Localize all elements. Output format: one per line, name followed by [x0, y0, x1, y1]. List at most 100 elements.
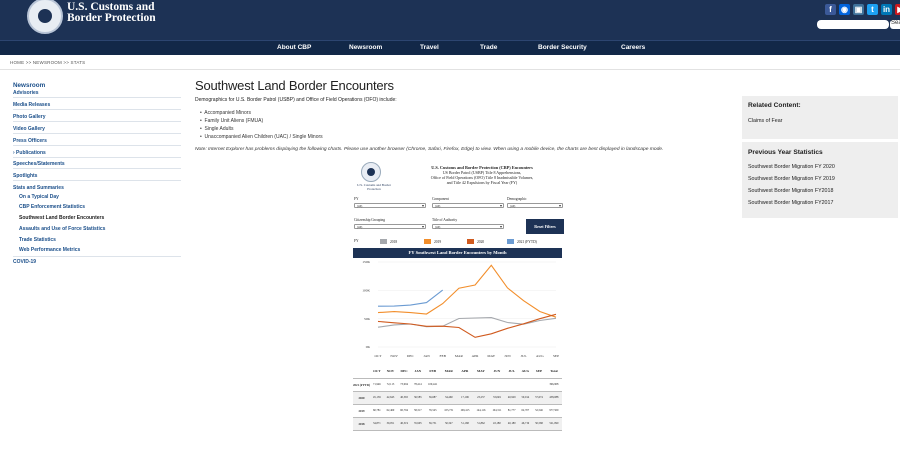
x-tick-label: NOV [390, 354, 398, 358]
table-header-cell: DEC [397, 365, 411, 379]
previous-link-fy2019[interactable]: Southwest Border Migration FY 2019 [748, 176, 835, 182]
sidebar-item-web-metrics[interactable]: Web Performance Metrics [19, 247, 80, 253]
table-cell: 100,441 [424, 378, 441, 392]
search-button[interactable]: Sea [890, 20, 900, 29]
sidebar-item-typical-day[interactable]: On a Typical Day [19, 194, 59, 200]
breadcrumb-divider [0, 69, 900, 70]
instagram-icon[interactable]: ▣ [853, 4, 864, 15]
nav-newsroom[interactable]: Newsroom [349, 44, 382, 51]
table-cell: 50,568 [532, 417, 546, 431]
table-cell: 40,519 [397, 417, 411, 431]
related-content-heading: Related Content: [748, 102, 801, 109]
sidebar-item-enforcement-stats[interactable]: CBP Enforcement Statistics [19, 204, 85, 210]
nav-travel[interactable]: Travel [420, 44, 439, 51]
table-row: 2019 60,781 62,469 60,794 58,317 76,545 103,73… [353, 404, 562, 418]
table-cell: 34,460 [440, 391, 457, 405]
demographic-filter-select[interactable]: (All) [507, 203, 563, 208]
authority-filter-select[interactable]: (All) [432, 224, 504, 229]
sidebar-item-trade-stats[interactable]: Trade Statistics [19, 237, 56, 243]
sidebar-item-covid[interactable]: COVID-19 [13, 259, 36, 265]
legend-item-2020[interactable]: 2020 [467, 239, 484, 244]
table-row: 2020 45,139 42,643 40,565 36,585 36,687 34,460… [353, 391, 562, 405]
component-filter-select[interactable]: (All) [432, 203, 504, 208]
legend-swatch [507, 239, 514, 244]
dhs-seal-icon[interactable] [27, 0, 63, 34]
legend-item-2018[interactable]: 2018 [380, 239, 397, 244]
nav-border-security[interactable]: Border Security [538, 44, 587, 51]
chart-title: FY Southwest Land Border Encounters by M… [353, 248, 562, 258]
legend-item-2021[interactable]: 2021 (FYTD) [507, 239, 537, 244]
citizenship-filter-select[interactable]: (All) [354, 224, 426, 229]
table-cell [472, 378, 489, 392]
facebook-icon[interactable]: f [825, 4, 836, 15]
table-row-label: 2020 [353, 391, 370, 405]
fy-filter-select[interactable]: (All) [354, 203, 426, 208]
sidebar-item-photo-gallery[interactable]: Photo Gallery [13, 114, 46, 120]
table-header-row: OCT NOV DEC JAN FEB MAR APR MAY JUN JUL AUG SEP Tota… [353, 365, 562, 379]
agency-logo-text[interactable]: U.S. Customs and Border Protection [67, 1, 187, 24]
legend-item-2019[interactable]: 2019 [424, 239, 441, 244]
previous-link-fy2018[interactable]: Southwest Border Migration FY2018 [748, 188, 833, 194]
previous-link-fy2020[interactable]: Southwest Border Migration FY 2020 [748, 164, 835, 170]
nav-about-cbp[interactable]: About CBP [277, 44, 311, 51]
component-filter-label: Component [432, 197, 449, 201]
table-cell [504, 378, 519, 392]
agency-name-line2: Border Protection [67, 12, 156, 24]
series-line-2021[interactable] [377, 289, 444, 307]
y-tick-label: 50K [364, 317, 371, 321]
sidebar-item-spotlights[interactable]: Spotlights [13, 173, 37, 179]
page-title: Southwest Land Border Encounters [195, 78, 394, 93]
previous-link-fy2017[interactable]: Southwest Border Migration FY2017 [748, 200, 833, 206]
table-cell: 23,237 [472, 391, 489, 405]
sidebar-item-advisories[interactable]: Advisories [13, 90, 39, 96]
dashboard-agency-name: U.S. Customs and Border Protection [357, 183, 391, 191]
reset-filters-button[interactable]: Reset Filters [526, 219, 564, 234]
sidebar-item-assaults[interactable]: Assaults and Use of Force Statistics [19, 226, 105, 232]
legend-label: 2019 [434, 239, 442, 244]
nav-careers[interactable]: Careers [621, 44, 645, 51]
nav-trade[interactable]: Trade [480, 44, 497, 51]
series-line-2019[interactable] [377, 264, 557, 318]
table-cell: 76,545 [424, 404, 441, 418]
table-header-cell: SEP [532, 365, 546, 379]
table-header-cell: MAR [440, 365, 457, 379]
linkedin-icon[interactable]: in [881, 4, 892, 15]
fy-filter-label: FY [354, 197, 359, 201]
x-tick-label: MAY [487, 354, 495, 358]
table-cell: 40,565 [397, 391, 411, 405]
table-cell: 58,317 [410, 404, 425, 418]
table-corner-cell [353, 365, 370, 379]
table-cell: 60,781 [370, 404, 384, 418]
table-cell: 60,794 [397, 404, 411, 418]
sidebar-item-publications[interactable]: › Publications [13, 150, 46, 156]
search-input[interactable] [817, 20, 889, 29]
table-cell: 71,946 [370, 378, 384, 392]
sidebar-item-sw-border-encounters[interactable]: Southwest Land Border Encounters [19, 215, 104, 221]
sidebar-divider [13, 109, 181, 110]
sidebar-item-speeches[interactable]: Speeches/Statements [13, 161, 65, 167]
legend-label: 2020 [477, 239, 485, 244]
table-cell: 81,777 [504, 404, 519, 418]
table-header-cell: JUL [504, 365, 519, 379]
x-tick-label: MAR [455, 354, 464, 358]
flickr-icon[interactable]: ◉ [839, 4, 850, 15]
table-cell: 45,139 [370, 391, 384, 405]
table-header-cell: NOV [383, 365, 398, 379]
twitter-icon[interactable]: t [867, 4, 878, 15]
encounters-table: OCT NOV DEC JAN FEB MAR APR MAY JUN JUL AUG SEP Tota… [353, 365, 562, 431]
sidebar-section-newsroom[interactable]: Newsroom [13, 82, 45, 89]
sidebar-item-press-officers[interactable]: Press Officers [13, 138, 47, 144]
youtube-icon[interactable]: ▶ [895, 4, 900, 15]
related-link-claims-of-fear[interactable]: Claims of Fear [748, 118, 782, 124]
table-header-cell: FEB [424, 365, 441, 379]
citizenship-filter-label: Citizenship Grouping [354, 218, 386, 222]
table-cell: 40,929 [504, 391, 519, 405]
breadcrumb[interactable]: HOME >> NEWSROOM >> STATS [10, 60, 85, 65]
sidebar-item-video-gallery[interactable]: Video Gallery [13, 126, 45, 132]
sidebar-item-media-releases[interactable]: Media Releases [13, 102, 50, 108]
legend-label: 2021 (FYTD) [517, 239, 537, 244]
list-item-text: Accompanied Minors [204, 110, 251, 116]
table-row: 2018 34,871 39,051 40,519 35,905 36,751 50,347… [353, 417, 562, 431]
sidebar-divider [13, 145, 181, 146]
sidebar-item-stats-summaries[interactable]: Stats and Summaries [13, 185, 64, 191]
